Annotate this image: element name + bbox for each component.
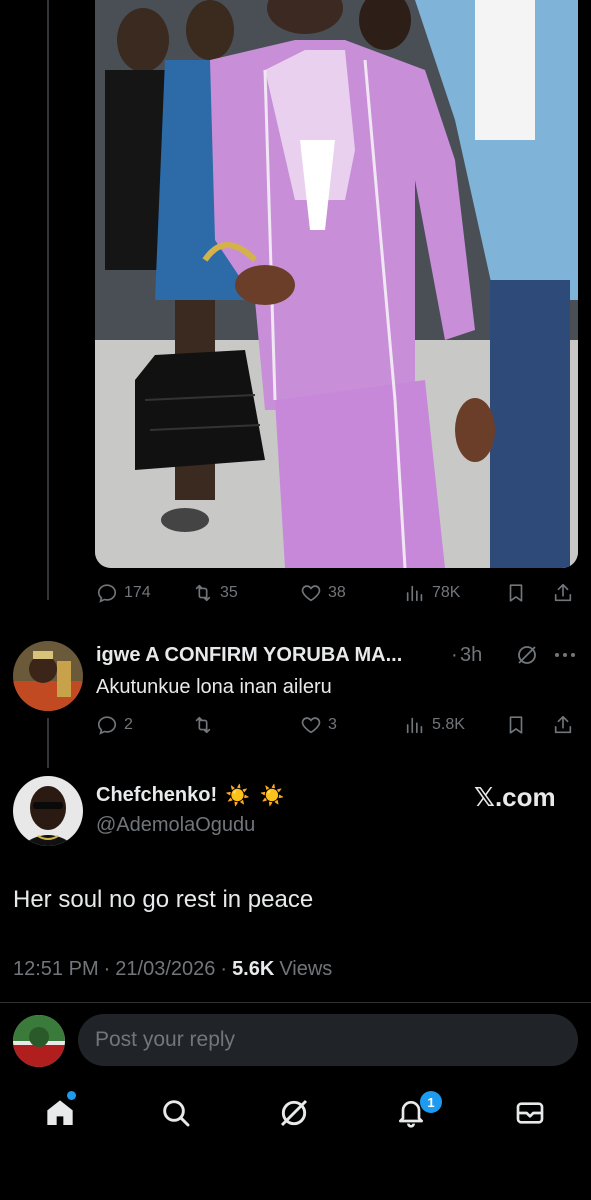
- home-icon: [47, 1100, 73, 1125]
- reply-avatar[interactable]: [13, 641, 83, 711]
- views-icon: [406, 585, 423, 602]
- reply-timestamp[interactable]: 3h: [460, 644, 482, 667]
- reply-like-button[interactable]: 3: [300, 714, 337, 736]
- reply-author-name[interactable]: igwe A CONFIRM YORUBA MA...: [96, 644, 402, 667]
- share-button[interactable]: [552, 582, 574, 604]
- retweet-icon: [195, 716, 211, 734]
- mail-icon: [516, 1102, 544, 1124]
- reply-bookmark-button[interactable]: [505, 714, 527, 736]
- nav-search[interactable]: [158, 1095, 194, 1131]
- home-unread-dot: [67, 1091, 76, 1100]
- main-avatar[interactable]: [13, 776, 83, 846]
- meta-dot: ·: [220, 958, 228, 980]
- main-author-handle[interactable]: @AdemolaOgudu: [96, 814, 255, 837]
- nav-home[interactable]: [42, 1095, 78, 1131]
- reply-separator: ·: [451, 644, 458, 666]
- nav-messages[interactable]: [512, 1095, 548, 1131]
- thread-line-top: [47, 0, 49, 600]
- reply-views-count: 5.8K: [432, 716, 465, 733]
- heart-icon: [301, 717, 321, 734]
- views-button[interactable]: 78K: [404, 582, 460, 604]
- reply-count: 174: [124, 584, 151, 601]
- share-icon: [554, 715, 572, 734]
- views-count-bold[interactable]: 5.6K: [232, 958, 274, 981]
- x-watermark: 𝕏.com: [474, 782, 556, 812]
- reply-reply-button[interactable]: 2: [96, 714, 133, 736]
- tweet-media-image[interactable]: [95, 0, 578, 568]
- divider: [0, 1002, 591, 1003]
- reply-input-box[interactable]: [78, 1014, 578, 1066]
- grok-icon[interactable]: [515, 643, 539, 667]
- reply-icon: [97, 584, 117, 603]
- main-author-row[interactable]: Chefchenko! ☀️ ☀️: [96, 783, 287, 808]
- thread-line-bottom: [47, 718, 49, 768]
- reply-text: Akutunkue lona inan aileru: [96, 676, 332, 698]
- search-icon: [163, 1100, 190, 1127]
- like-count: 38: [328, 584, 346, 601]
- heart-icon: [301, 585, 321, 602]
- bookmark-icon: [509, 584, 523, 602]
- reply-button[interactable]: 174: [96, 582, 151, 604]
- views-count: 78K: [432, 584, 461, 601]
- reply-reply-count: 2: [124, 716, 133, 733]
- retweet-count: 35: [220, 584, 238, 601]
- nav-grok[interactable]: [276, 1095, 312, 1131]
- more-options-icon[interactable]: [553, 645, 577, 665]
- tweet-time[interactable]: 12:51 PM: [13, 958, 99, 981]
- main-author-name: Chefchenko!: [96, 784, 218, 806]
- meta-dot: ·: [103, 958, 111, 980]
- retweet-icon: [195, 584, 211, 602]
- sun-emoji: ☀️ ☀️: [225, 785, 287, 807]
- main-tweet-text: Her soul no go rest in peace: [13, 886, 314, 913]
- reply-share-button[interactable]: [552, 714, 574, 736]
- reply-retweet-button[interactable]: [192, 714, 220, 736]
- like-button[interactable]: 38: [300, 582, 346, 604]
- bookmark-icon: [509, 716, 523, 734]
- reply-views-button[interactable]: 5.8K: [404, 714, 465, 736]
- my-avatar[interactable]: [13, 1015, 65, 1067]
- notification-badge: 1: [420, 1091, 442, 1113]
- main-tweet-meta: 12:51 PM · 21/03/2026 · 5.6K Views: [13, 958, 332, 981]
- views-label: Views: [279, 958, 333, 980]
- reply-like-count: 3: [328, 716, 337, 733]
- reply-icon: [97, 716, 117, 735]
- tweet-date[interactable]: 21/03/2026: [115, 958, 215, 981]
- bookmark-button[interactable]: [505, 582, 527, 604]
- grok-icon: [280, 1099, 308, 1127]
- retweet-button[interactable]: 35: [192, 582, 238, 604]
- share-icon: [554, 583, 572, 602]
- views-icon: [406, 717, 423, 734]
- reply-input[interactable]: [78, 1014, 578, 1066]
